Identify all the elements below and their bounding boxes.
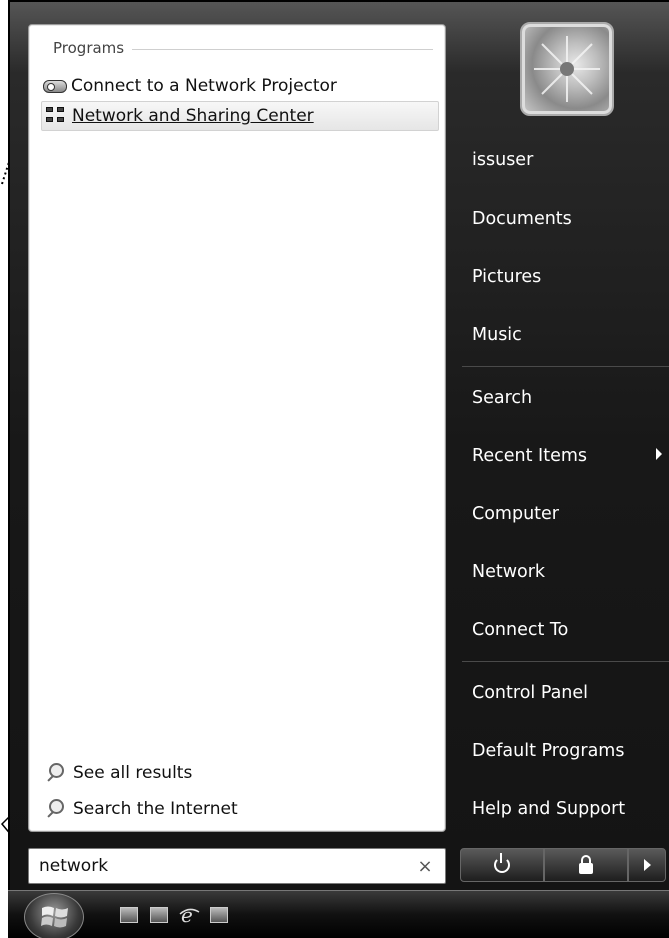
search-icon — [43, 798, 65, 820]
result-label: Network and Sharing Center — [72, 106, 314, 126]
divider — [462, 366, 669, 367]
show-desktop-icon[interactable] — [120, 907, 138, 923]
divider — [462, 661, 669, 662]
flower-icon — [534, 36, 600, 102]
search-icon — [43, 762, 65, 784]
switch-windows-icon[interactable] — [150, 907, 168, 923]
result-label: Connect to a Network Projector — [71, 76, 337, 96]
internet-explorer-icon[interactable]: e — [178, 904, 200, 926]
power-icon — [494, 853, 510, 873]
lock-button[interactable] — [544, 848, 628, 882]
svg-text:e: e — [181, 904, 193, 926]
taskbar: e — [8, 890, 669, 938]
pictures-link[interactable]: Pictures — [472, 262, 669, 292]
more-options-button[interactable] — [628, 848, 666, 882]
programs-group-header: Programs — [53, 39, 433, 57]
network-projector-icon — [41, 75, 69, 97]
help-and-support-link[interactable]: Help and Support — [472, 794, 669, 824]
default-programs-link[interactable]: Default Programs — [472, 736, 669, 766]
start-search-box: × — [28, 848, 446, 884]
result-network-sharing-center[interactable]: Network and Sharing Center — [41, 101, 439, 131]
search-input[interactable] — [39, 856, 415, 876]
more-options-arrow-icon — [643, 859, 651, 871]
submenu-arrow-icon — [656, 448, 662, 460]
result-network-projector[interactable]: Connect to a Network Projector — [41, 71, 439, 101]
search-internet-link[interactable]: Search the Internet — [43, 795, 238, 823]
power-button[interactable] — [460, 848, 544, 882]
documents-link[interactable]: Documents — [472, 204, 669, 234]
start-menu: Programs Connect to a Network Projector … — [8, 0, 669, 890]
user-folder-link[interactable]: issuser — [472, 145, 669, 175]
music-link[interactable]: Music — [472, 320, 669, 350]
computer-link[interactable]: Computer — [472, 499, 669, 529]
search-results-pane: Programs Connect to a Network Projector … — [28, 24, 446, 832]
network-link[interactable]: Network — [472, 557, 669, 587]
start-button[interactable] — [24, 893, 84, 938]
network-sharing-center-icon — [42, 105, 70, 127]
connect-to-link[interactable]: Connect To — [472, 615, 669, 645]
control-panel-link[interactable]: Control Panel — [472, 678, 669, 708]
lock-icon — [579, 854, 593, 874]
windows-logo-icon — [41, 906, 68, 928]
group-divider — [132, 49, 433, 50]
recent-items-link[interactable]: Recent Items — [472, 441, 669, 471]
user-avatar[interactable] — [520, 22, 614, 116]
search-link[interactable]: Search — [472, 383, 669, 413]
clear-search-icon[interactable]: × — [415, 856, 435, 877]
power-controls — [460, 848, 669, 882]
see-all-results-link[interactable]: See all results — [43, 759, 192, 787]
media-player-icon[interactable] — [210, 907, 228, 923]
